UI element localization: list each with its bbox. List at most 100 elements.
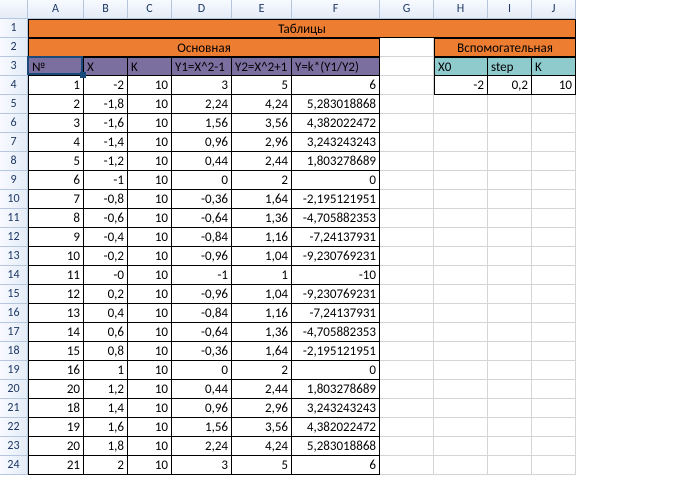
cell-I16[interactable]	[488, 304, 532, 323]
cell-I14[interactable]	[488, 266, 532, 285]
cell-J22[interactable]	[532, 418, 576, 437]
main-r18-c5[interactable]: 3,56	[232, 418, 292, 437]
main-r20-c6[interactable]: 6	[292, 456, 380, 475]
main-r0-c3[interactable]: 10	[128, 76, 172, 95]
cell-G7[interactable]	[380, 133, 434, 152]
main-r15-c1[interactable]: 16	[28, 361, 84, 380]
aux-header-0[interactable]: X0	[434, 57, 488, 76]
cell-J16[interactable]	[532, 304, 576, 323]
main-header-3[interactable]: K	[128, 57, 172, 76]
row-header-21[interactable]: 21	[0, 399, 28, 418]
main-r3-c2[interactable]: -1,4	[84, 133, 128, 152]
cell-G2[interactable]	[380, 38, 434, 57]
aux-value-0[interactable]: -2	[434, 76, 488, 95]
cell-G14[interactable]	[380, 266, 434, 285]
cell-H6[interactable]	[434, 114, 488, 133]
main-r1-c6[interactable]: 5,283018868	[292, 95, 380, 114]
main-r6-c2[interactable]: -0,8	[84, 190, 128, 209]
cell-H9[interactable]	[434, 171, 488, 190]
aux-value-1[interactable]: 0,2	[488, 76, 532, 95]
main-r16-c4[interactable]: 0,44	[172, 380, 232, 399]
main-r13-c2[interactable]: 0,6	[84, 323, 128, 342]
main-header-5[interactable]: Y2=X^2+1	[232, 57, 292, 76]
main-r1-c4[interactable]: 2,24	[172, 95, 232, 114]
col-header-J[interactable]: J	[532, 0, 576, 19]
cell-J10[interactable]	[532, 190, 576, 209]
main-r3-c5[interactable]: 2,96	[232, 133, 292, 152]
main-r16-c2[interactable]: 1,2	[84, 380, 128, 399]
main-r1-c1[interactable]: 2	[28, 95, 84, 114]
cell-J5[interactable]	[532, 95, 576, 114]
main-header-1[interactable]: №	[28, 57, 84, 76]
main-r4-c1[interactable]: 5	[28, 152, 84, 171]
main-r0-c2[interactable]: -2	[84, 76, 128, 95]
main-r1-c2[interactable]: -1,8	[84, 95, 128, 114]
main-r20-c4[interactable]: 3	[172, 456, 232, 475]
main-r11-c6[interactable]: -9,230769231	[292, 285, 380, 304]
cell-J9[interactable]	[532, 171, 576, 190]
cell-G4[interactable]	[380, 76, 434, 95]
cell-G19[interactable]	[380, 361, 434, 380]
main-r11-c5[interactable]: 1,04	[232, 285, 292, 304]
cell-H15[interactable]	[434, 285, 488, 304]
cell-J15[interactable]	[532, 285, 576, 304]
main-r16-c6[interactable]: 1,803278689	[292, 380, 380, 399]
cell-H16[interactable]	[434, 304, 488, 323]
row-header-22[interactable]: 22	[0, 418, 28, 437]
cell-H19[interactable]	[434, 361, 488, 380]
cell-G6[interactable]	[380, 114, 434, 133]
main-r3-c4[interactable]: 0,96	[172, 133, 232, 152]
main-r12-c2[interactable]: 0,4	[84, 304, 128, 323]
cell-I13[interactable]	[488, 247, 532, 266]
main-r11-c2[interactable]: 0,2	[84, 285, 128, 304]
row-header-8[interactable]: 8	[0, 152, 28, 171]
row-header-9[interactable]: 9	[0, 171, 28, 190]
main-r18-c1[interactable]: 19	[28, 418, 84, 437]
col-header-E[interactable]: E	[232, 0, 292, 19]
main-r6-c3[interactable]: 10	[128, 190, 172, 209]
main-r9-c1[interactable]: 10	[28, 247, 84, 266]
main-r9-c4[interactable]: -0,96	[172, 247, 232, 266]
row-header-2[interactable]: 2	[0, 38, 28, 57]
main-r7-c1[interactable]: 8	[28, 209, 84, 228]
cell-I5[interactable]	[488, 95, 532, 114]
cell-G13[interactable]	[380, 247, 434, 266]
main-r18-c6[interactable]: 4,382022472	[292, 418, 380, 437]
row-header-7[interactable]: 7	[0, 133, 28, 152]
section-left[interactable]: Основная	[28, 38, 380, 57]
main-r2-c2[interactable]: -1,6	[84, 114, 128, 133]
section-right[interactable]: Вспомогательная	[434, 38, 576, 57]
row-header-20[interactable]: 20	[0, 380, 28, 399]
main-r11-c3[interactable]: 10	[128, 285, 172, 304]
main-r15-c3[interactable]: 10	[128, 361, 172, 380]
main-r8-c3[interactable]: 10	[128, 228, 172, 247]
main-r3-c3[interactable]: 10	[128, 133, 172, 152]
main-r8-c6[interactable]: -7,24137931	[292, 228, 380, 247]
col-header-B[interactable]: B	[84, 0, 128, 19]
main-r0-c5[interactable]: 5	[232, 76, 292, 95]
cell-I9[interactable]	[488, 171, 532, 190]
main-header-2[interactable]: X	[84, 57, 128, 76]
main-r9-c5[interactable]: 1,04	[232, 247, 292, 266]
aux-header-1[interactable]: step	[488, 57, 532, 76]
main-r7-c2[interactable]: -0,6	[84, 209, 128, 228]
main-r5-c2[interactable]: -1	[84, 171, 128, 190]
cell-G11[interactable]	[380, 209, 434, 228]
main-r19-c6[interactable]: 5,283018868	[292, 437, 380, 456]
main-r13-c6[interactable]: -4,705882353	[292, 323, 380, 342]
main-r17-c4[interactable]: 0,96	[172, 399, 232, 418]
main-r4-c5[interactable]: 2,44	[232, 152, 292, 171]
main-r5-c3[interactable]: 10	[128, 171, 172, 190]
main-r14-c6[interactable]: -2,195121951	[292, 342, 380, 361]
main-r0-c4[interactable]: 3	[172, 76, 232, 95]
main-r13-c3[interactable]: 10	[128, 323, 172, 342]
cell-I22[interactable]	[488, 418, 532, 437]
col-header-D[interactable]: D	[172, 0, 232, 19]
main-r14-c5[interactable]: 1,64	[232, 342, 292, 361]
main-r13-c4[interactable]: -0,64	[172, 323, 232, 342]
cell-I11[interactable]	[488, 209, 532, 228]
main-r15-c5[interactable]: 2	[232, 361, 292, 380]
main-r4-c4[interactable]: 0,44	[172, 152, 232, 171]
main-r13-c1[interactable]: 14	[28, 323, 84, 342]
cell-I17[interactable]	[488, 323, 532, 342]
